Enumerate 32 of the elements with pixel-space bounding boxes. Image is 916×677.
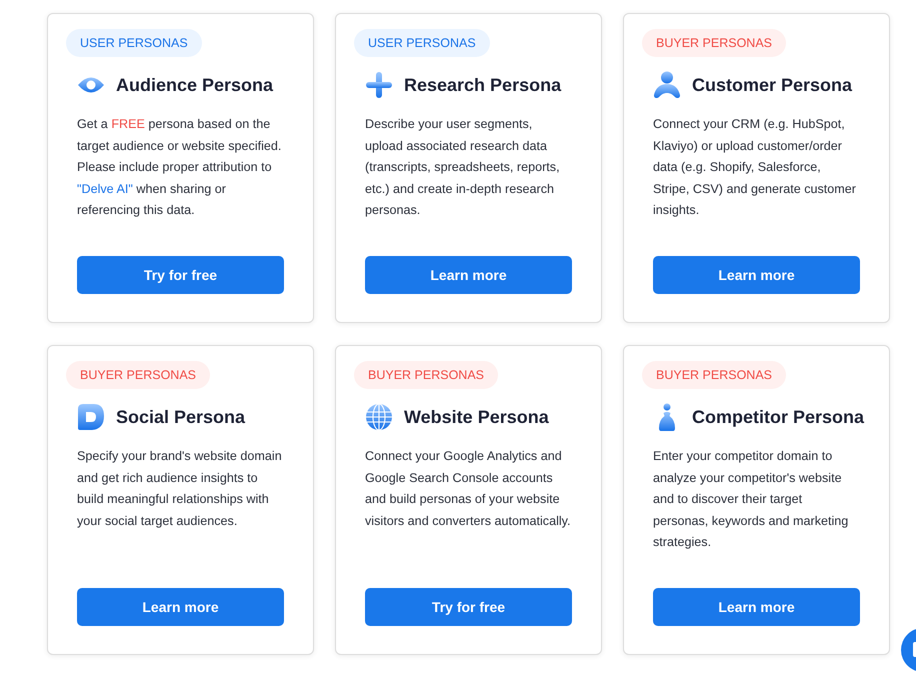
category-tag: BUYER PERSONAS (354, 361, 498, 389)
card-description: Enter your competitor domain to analyze your competitor's website and to discover their target personas, keywords and marketing strategies. (653, 448, 850, 551)
card-title: Social Persona (116, 406, 246, 429)
card-description: Specify your brand's website domain and get rich audience insights to build meaningful relationships with your social target audiences. (77, 448, 283, 530)
card-description: Connect your Google Analytics and Google Search Console accounts and build personas of your website visitors and converters automatically. (365, 448, 572, 530)
category-tag: BUYER PERSONAS (642, 361, 786, 389)
action-button[interactable]: Try for free (365, 588, 572, 626)
card-title: Website Persona (404, 406, 549, 429)
action-button[interactable]: Try for free (77, 256, 284, 294)
card-title: Customer Persona (692, 74, 852, 97)
card-title: Audience Persona (116, 74, 274, 97)
card-description: Connect your CRM (e.g. HubSpot, Klaviyo) or upload customer/order data (e.g. Shopify, Salesforce, Stripe, CSV) and generate customer insights. (653, 116, 858, 219)
pawn-icon (658, 403, 676, 431)
action-button[interactable]: Learn more (365, 256, 572, 294)
card-description: Describe your user segments, upload associated research data (transcripts, spreadsheets, reports, etc.) and create in-depth research personas. (365, 116, 561, 219)
category-tag: BUYER PERSONAS (66, 361, 210, 389)
category-tag: BUYER PERSONAS (642, 29, 786, 57)
globe-icon (365, 403, 393, 431)
category-tag: USER PERSONAS (66, 29, 202, 57)
category-tag: USER PERSONAS (354, 29, 490, 57)
card-title: Competitor Persona (692, 406, 864, 429)
action-button[interactable]: Learn more (653, 256, 860, 294)
card-description: Get a FREE persona based on the target audience or website specified. Please include proper attribution to "Delve AI" when sharing or referencing this data. (77, 116, 282, 219)
card-title: Research Persona (404, 74, 562, 97)
eye-icon (77, 75, 105, 95)
person-icon (653, 71, 681, 99)
action-button[interactable]: Learn more (653, 588, 860, 626)
action-button[interactable]: Learn more (77, 588, 284, 626)
round-floating-button[interactable] (901, 628, 916, 672)
speech-bubble-icon (77, 403, 105, 431)
attribution-link[interactable]: "Delve AI" (77, 182, 133, 196)
plus-icon (365, 71, 393, 99)
